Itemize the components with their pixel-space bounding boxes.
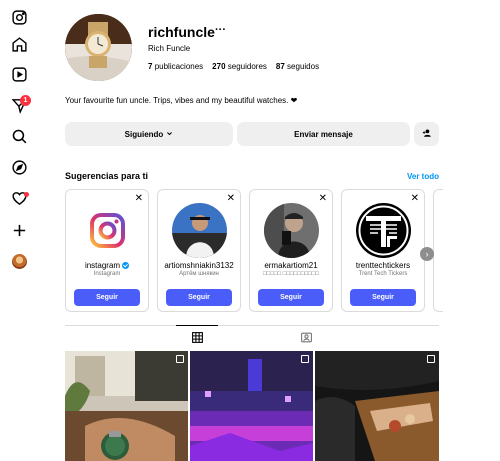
posts-stat: 7 publicaciones bbox=[148, 62, 204, 71]
suggestion-avatar[interactable] bbox=[80, 203, 135, 258]
multiple-posts-icon bbox=[301, 355, 309, 363]
suggest-users-button[interactable] bbox=[414, 122, 439, 146]
direct-badge: 1 bbox=[20, 95, 31, 106]
active-tab-indicator bbox=[176, 325, 218, 326]
send-message-button[interactable]: Enviar mensaje bbox=[237, 122, 410, 146]
profile-avatar[interactable] bbox=[65, 14, 132, 81]
follow-button[interactable]: Seguir bbox=[258, 289, 324, 306]
reels-icon[interactable] bbox=[11, 66, 28, 83]
chevron-down-icon bbox=[166, 130, 173, 139]
profile-username: richfuncle bbox=[148, 24, 215, 40]
post-thumbnail[interactable] bbox=[315, 351, 439, 461]
tagged-icon bbox=[300, 331, 313, 344]
follow-button[interactable]: Seguir bbox=[350, 289, 416, 306]
suggestion-subtitle: Артём шнякин bbox=[179, 271, 219, 277]
suggestion-card: ✕ ermakartiom21 □□□□□ □□□□□□□□□□ Seguir bbox=[249, 189, 333, 312]
suggestion-avatar[interactable] bbox=[172, 203, 227, 258]
instagram-icon[interactable] bbox=[11, 9, 28, 26]
suggestion-avatar[interactable] bbox=[264, 203, 319, 258]
suggestion-subtitle: □□□□□ □□□□□□□□□□ bbox=[262, 271, 320, 277]
follow-button[interactable]: Seguir bbox=[74, 289, 140, 306]
following-button[interactable]: Siguiendo bbox=[65, 122, 233, 146]
home-icon[interactable] bbox=[11, 36, 28, 53]
chevron-right-icon[interactable]: › bbox=[420, 247, 434, 261]
suggestion-username[interactable]: ermakartiom21 bbox=[250, 261, 332, 270]
grid-icon bbox=[191, 331, 204, 344]
profile-nav-avatar[interactable] bbox=[12, 254, 27, 269]
suggestion-subtitle: Trent Tech Tickers bbox=[358, 271, 408, 277]
multiple-posts-icon bbox=[427, 355, 435, 363]
suggestion-avatar[interactable] bbox=[356, 203, 411, 258]
suggestion-card: ✕ instagram Instagram Seguir bbox=[65, 189, 149, 312]
followers-stat[interactable]: 270 seguidores bbox=[212, 62, 267, 71]
more-options-icon[interactable]: ··· bbox=[215, 24, 226, 36]
send-message-label: Enviar mensaje bbox=[294, 129, 353, 139]
post-thumbnail[interactable] bbox=[65, 351, 188, 461]
profile-full-name: Rich Funcle bbox=[148, 44, 191, 53]
suggestion-username[interactable]: artiomshniakin3132 bbox=[158, 261, 240, 270]
close-icon[interactable]: ✕ bbox=[319, 193, 327, 204]
left-nav: 1 bbox=[0, 0, 40, 461]
profile-bio: Your favourite fun uncle. Trips, vibes a… bbox=[65, 96, 298, 105]
close-icon[interactable]: ✕ bbox=[411, 193, 419, 204]
suggestion-card: ✕ artiomshniakin3132 Артём шнякин Seguir bbox=[157, 189, 241, 312]
following-button-label: Siguiendo bbox=[124, 129, 164, 139]
verified-badge-icon bbox=[122, 262, 130, 269]
profile-stats: 7 publicaciones 270 seguidores 87 seguid… bbox=[148, 62, 319, 71]
create-icon[interactable] bbox=[11, 222, 28, 239]
suggestion-card: ✕ trenttechtickers Trent Tech Tickers Se… bbox=[341, 189, 425, 312]
add-user-icon bbox=[422, 128, 432, 140]
notifications-dot bbox=[24, 192, 29, 197]
suggestion-username[interactable]: instagram bbox=[66, 261, 148, 270]
tabs-divider bbox=[65, 325, 439, 326]
suggestion-card-partial bbox=[433, 189, 443, 312]
following-stat[interactable]: 87 seguidos bbox=[276, 62, 319, 71]
tab-tagged[interactable] bbox=[300, 331, 313, 344]
close-icon[interactable]: ✕ bbox=[227, 193, 235, 204]
explore-icon[interactable] bbox=[11, 159, 28, 176]
tab-posts[interactable] bbox=[191, 331, 204, 344]
see-all-link[interactable]: Ver todo bbox=[407, 172, 439, 181]
suggestions-title: Sugerencias para ti bbox=[65, 171, 149, 181]
suggestion-username[interactable]: trenttechtickers bbox=[342, 261, 424, 270]
multiple-posts-icon bbox=[176, 355, 184, 363]
search-icon[interactable] bbox=[11, 128, 28, 145]
post-thumbnail[interactable] bbox=[190, 351, 313, 461]
suggestion-subtitle: Instagram bbox=[93, 271, 121, 277]
follow-button[interactable]: Seguir bbox=[166, 289, 232, 306]
close-icon[interactable]: ✕ bbox=[135, 193, 143, 204]
